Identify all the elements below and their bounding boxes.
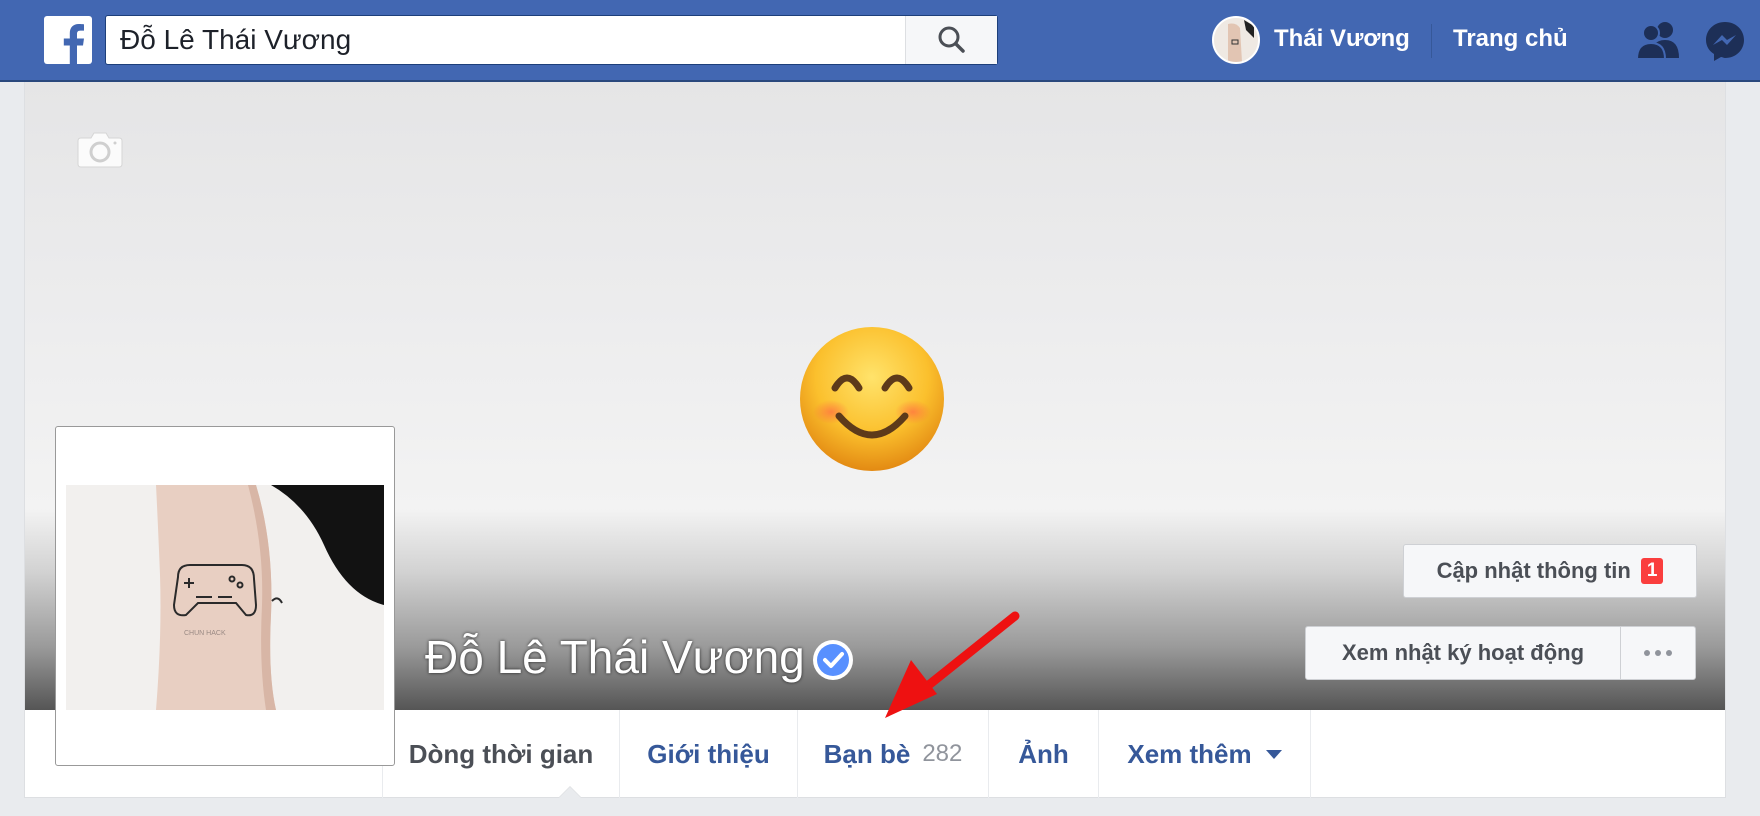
profile-picture-frame[interactable]: CHUN HACK <box>55 426 395 766</box>
update-info-button[interactable]: Cập nhật thông tin 1 <box>1403 544 1697 598</box>
smiling-face-emoji <box>797 324 947 474</box>
tab-label: Ảnh <box>1018 738 1069 769</box>
profile-card: Đỗ Lê Thái Vương Cập nhật thông tin 1 Xe… <box>24 82 1726 798</box>
tab-friends[interactable]: Bạn bè 282 <box>797 710 988 798</box>
tab-label: Giới thiệu <box>647 738 770 769</box>
search-button[interactable] <box>905 16 997 64</box>
search-box <box>105 15 998 65</box>
activity-log-label: Xem nhật ký hoạt động <box>1341 640 1585 665</box>
user-name-link[interactable]: Thái Vương <box>1274 25 1410 53</box>
tab-timeline[interactable]: Dòng thời gian <box>382 710 619 798</box>
tab-more[interactable]: Xem thêm <box>1098 710 1311 798</box>
notification-badge: 1 <box>1640 558 1664 584</box>
home-link[interactable]: Trang chủ <box>1453 25 1568 53</box>
search-icon <box>938 26 965 53</box>
verified-badge-icon <box>811 638 855 682</box>
friends-count: 282 <box>922 740 963 767</box>
profile-name[interactable]: Đỗ Lê Thái Vương <box>425 630 805 684</box>
camera-icon[interactable] <box>77 130 123 173</box>
more-dots-icon <box>1644 650 1672 656</box>
tab-label: Dòng thời gian <box>408 738 594 769</box>
profile-picture: CHUN HACK <box>66 485 384 710</box>
top-navigation-bar: Thái Vương Trang chủ <box>0 0 1760 82</box>
messenger-icon[interactable] <box>1704 20 1746 67</box>
more-options-button[interactable] <box>1620 626 1696 680</box>
facebook-logo-icon[interactable] <box>44 16 92 64</box>
update-info-label: Cập nhật thông tin <box>1436 558 1631 583</box>
search-input[interactable] <box>106 16 906 64</box>
tab-photos[interactable]: Ảnh <box>988 710 1098 798</box>
tab-label: Bạn bè <box>823 738 911 769</box>
active-tab-pointer <box>558 786 582 798</box>
tab-about[interactable]: Giới thiệu <box>619 710 797 798</box>
nav-divider <box>1431 24 1432 58</box>
tab-label: Xem thêm <box>1127 738 1252 769</box>
svg-text:CHUN HACK: CHUN HACK <box>184 630 226 637</box>
caret-down-icon <box>1265 749 1282 759</box>
user-avatar[interactable] <box>1212 16 1260 64</box>
activity-log-button[interactable]: Xem nhật ký hoạt động <box>1305 626 1621 680</box>
friend-requests-icon[interactable] <box>1635 20 1682 65</box>
